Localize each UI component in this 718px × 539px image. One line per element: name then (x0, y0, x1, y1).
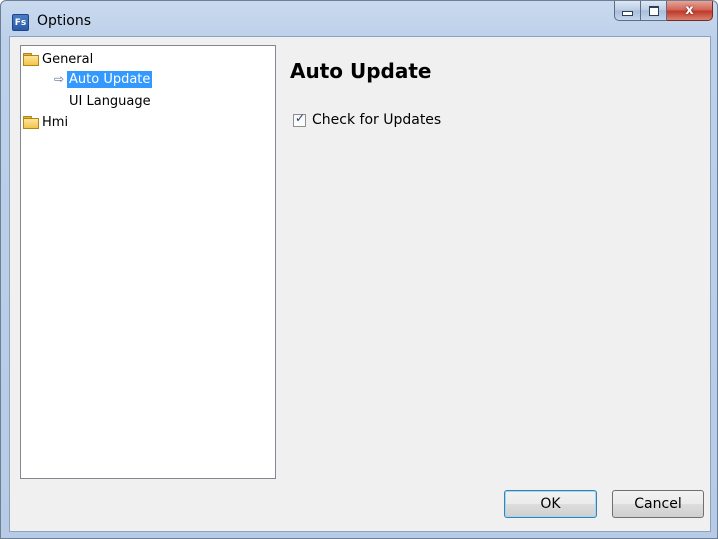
app-icon: Fs (12, 14, 29, 31)
tree-item-label: Hmi (42, 114, 69, 130)
dialog-body: General ⇨ Auto Update UI Language Hmi Au… (9, 36, 711, 532)
checkmark-icon: ✓ (295, 110, 306, 125)
tree-item-general[interactable]: General (23, 50, 95, 68)
folder-icon (23, 116, 39, 129)
minimize-icon (622, 11, 633, 16)
check-for-updates-checkbox[interactable]: ✓ (293, 110, 306, 127)
close-button[interactable]: x (667, 1, 713, 21)
options-tree[interactable]: General ⇨ Auto Update UI Language Hmi (20, 45, 276, 479)
check-for-updates-option[interactable]: ✓ Check for Updates (293, 110, 442, 128)
tree-item-auto-update[interactable]: ⇨ Auto Update (51, 70, 153, 88)
minimize-button[interactable] (614, 1, 641, 21)
ok-button[interactable]: OK (504, 490, 597, 518)
tree-item-label: UI Language (69, 93, 151, 109)
check-for-updates-label: Check for Updates (312, 112, 442, 128)
page-title: Auto Update (290, 59, 432, 83)
tree-item-ui-language[interactable]: UI Language (67, 92, 153, 110)
cancel-button[interactable]: Cancel (612, 490, 704, 518)
folder-open-icon (23, 53, 39, 66)
maximize-button[interactable] (641, 1, 667, 21)
maximize-icon (648, 5, 659, 16)
tree-item-hmi[interactable]: Hmi (23, 113, 70, 131)
close-icon: x (685, 3, 694, 18)
tree-item-label: General (42, 51, 94, 67)
arrow-right-icon: ⇨ (53, 72, 65, 86)
window-title: Options (37, 13, 92, 29)
window-controls: x (614, 1, 713, 23)
title-bar[interactable]: Fs Options x (1, 1, 717, 37)
options-dialog: Fs Options x General ⇨ Auto Update UI La… (0, 0, 718, 539)
tree-item-label: Auto Update (67, 70, 153, 88)
